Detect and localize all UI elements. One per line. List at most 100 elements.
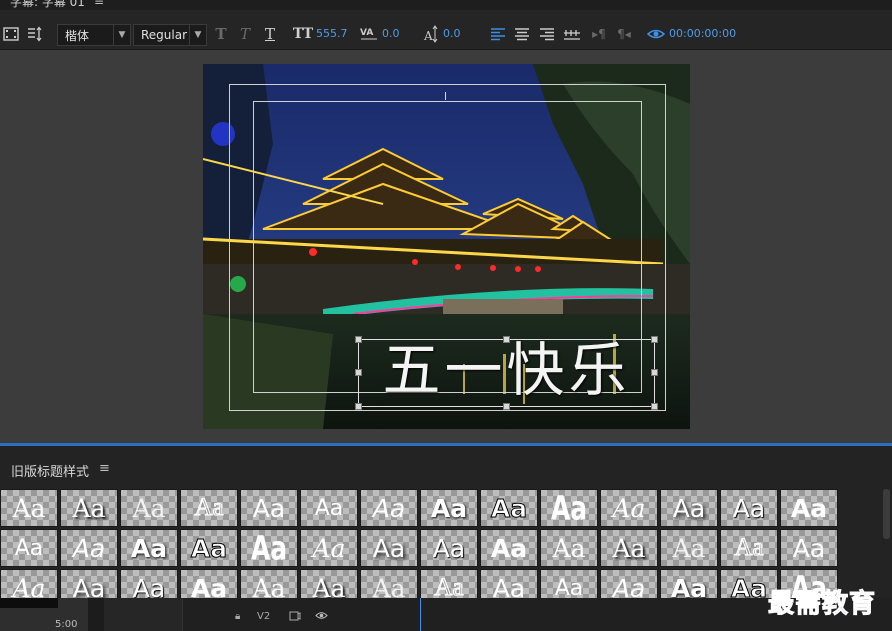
- style-swatch[interactable]: Aa: [180, 529, 238, 567]
- lock-icon[interactable]: 🔒︎: [235, 611, 240, 622]
- style-swatch[interactable]: Aa: [600, 489, 658, 527]
- style-swatch-label: Aa: [190, 533, 228, 563]
- style-swatch-label: Aa: [132, 493, 166, 523]
- style-swatch-label: Aa: [734, 534, 764, 562]
- paragraph-ltr-icon[interactable]: ▸¶: [588, 23, 610, 45]
- timeline-header-block: [0, 598, 58, 608]
- italic-icon[interactable]: T: [234, 23, 256, 45]
- style-swatch[interactable]: Aa: [780, 489, 838, 527]
- hamburger-icon[interactable]: ≡: [94, 0, 104, 8]
- style-swatch[interactable]: Aa: [240, 529, 298, 567]
- style-swatch[interactable]: Aa: [120, 489, 178, 527]
- style-swatch-label: Aa: [790, 493, 828, 523]
- background-timecode[interactable]: 00:00:00:00: [669, 27, 736, 40]
- style-swatch-label: Aa: [612, 493, 646, 523]
- bold-icon[interactable]: T: [210, 23, 232, 45]
- leading-value[interactable]: 0.0: [443, 27, 461, 40]
- style-swatch[interactable]: Aa: [540, 489, 598, 527]
- style-swatch[interactable]: Aa: [780, 529, 838, 567]
- style-swatch[interactable]: Aa: [360, 529, 418, 567]
- timeline-timecode: 5:00: [55, 619, 78, 630]
- font-size-value[interactable]: 555.7: [316, 27, 348, 40]
- tab-stops-icon[interactable]: [561, 23, 583, 45]
- hamburger-icon[interactable]: ≡: [99, 461, 110, 476]
- style-swatch-label: Aa: [672, 493, 706, 523]
- style-swatch[interactable]: Aa: [720, 489, 778, 527]
- style-swatch[interactable]: Aa: [600, 529, 658, 567]
- roll-crawl-options-icon[interactable]: [24, 23, 46, 45]
- styles-scrollbar[interactable]: [883, 489, 890, 539]
- style-swatch-label: Aa: [372, 573, 406, 600]
- paragraph-rtl-icon[interactable]: ¶◂: [613, 23, 635, 45]
- style-swatch[interactable]: Aa: [480, 529, 538, 567]
- style-swatch-label: Aa: [612, 573, 646, 600]
- style-swatch-grid: Aa Aa Aa Aa Aa Aa Aa Aa Aa Aa Aa Aa Aa Aa Aa Aa Aa Aa Aa Aa…: [0, 489, 840, 599]
- style-swatch[interactable]: Aa: [660, 489, 718, 527]
- style-swatch[interactable]: Aa: [480, 569, 538, 599]
- style-swatch[interactable]: Aa: [60, 489, 118, 527]
- style-swatch[interactable]: Aa: [240, 489, 298, 527]
- font-style-select[interactable]: Regular ▼: [133, 24, 207, 46]
- style-swatch-label: Aa: [490, 493, 528, 523]
- sync-lock-icon[interactable]: [289, 611, 301, 624]
- eye-icon[interactable]: [315, 611, 328, 623]
- style-swatch[interactable]: Aa: [360, 489, 418, 527]
- align-left-icon[interactable]: [487, 23, 509, 45]
- style-swatch-label: Aa: [554, 575, 584, 600]
- style-swatch[interactable]: Aa: [180, 569, 238, 599]
- style-swatch-label: Aa: [432, 533, 466, 563]
- align-center-icon[interactable]: [511, 23, 533, 45]
- style-swatch[interactable]: Aa: [660, 569, 718, 599]
- style-swatch[interactable]: Aa: [60, 569, 118, 599]
- timeline-track-header-spacer: [104, 598, 182, 631]
- font-family-select[interactable]: 楷体 ▼: [57, 24, 131, 46]
- timeline-ruler: 5:00: [0, 598, 88, 631]
- title-text[interactable]: 五一快乐: [360, 330, 653, 410]
- style-swatch[interactable]: Aa: [0, 569, 58, 599]
- playhead[interactable]: [420, 598, 421, 631]
- kerning-value[interactable]: 0.0: [382, 27, 400, 40]
- title-toolbar: 楷体 ▼ Regular ▼ T T T TT 555.7 VA 0.0 A 0…: [0, 10, 892, 50]
- window-title: 字幕: 字幕 01: [10, 0, 85, 9]
- timeline-strip: 5:00 🔒︎ V2: [0, 598, 892, 631]
- style-swatch-label: Aa: [250, 529, 288, 567]
- style-swatch[interactable]: Aa: [300, 489, 358, 527]
- style-swatch-label: Aa: [252, 573, 286, 600]
- film-icon[interactable]: [0, 23, 22, 45]
- style-swatch[interactable]: Aa: [300, 569, 358, 599]
- style-swatch-label: Aa: [372, 493, 406, 523]
- style-swatch[interactable]: Aa: [660, 529, 718, 567]
- style-swatch-label: Aa: [732, 493, 766, 523]
- title-bar: 字幕: 字幕 01 ≡: [0, 0, 892, 10]
- style-swatch-label: Aa: [12, 493, 46, 523]
- style-swatch[interactable]: Aa: [180, 489, 238, 527]
- style-swatch[interactable]: Aa: [60, 529, 118, 567]
- style-swatch[interactable]: Aa: [240, 569, 298, 599]
- style-swatch[interactable]: Aa: [420, 489, 478, 527]
- style-swatch[interactable]: Aa: [360, 569, 418, 599]
- style-swatch[interactable]: Aa: [540, 569, 598, 599]
- style-swatch-label: Aa: [492, 573, 526, 600]
- style-swatch-label: Aa: [792, 533, 826, 563]
- legacy-title-styles-header: 旧版标题样式 ≡: [0, 446, 892, 488]
- style-swatch-label: Aa: [194, 494, 224, 522]
- style-swatch[interactable]: Aa: [420, 529, 478, 567]
- align-right-icon[interactable]: [536, 23, 558, 45]
- style-swatch-label: Aa: [72, 573, 106, 600]
- style-swatch[interactable]: Aa: [120, 569, 178, 599]
- underline-icon[interactable]: T: [259, 23, 281, 45]
- show-background-video-icon[interactable]: [645, 23, 667, 45]
- style-swatch[interactable]: Aa: [0, 489, 58, 527]
- style-swatch[interactable]: Aa: [600, 569, 658, 599]
- style-swatch[interactable]: Aa: [480, 489, 538, 527]
- svg-text:VA: VA: [360, 28, 373, 38]
- style-swatch[interactable]: Aa: [120, 529, 178, 567]
- svg-text:A: A: [423, 29, 433, 43]
- style-swatch[interactable]: Aa: [540, 529, 598, 567]
- style-swatch-label: Aa: [430, 493, 468, 523]
- track-label: V2: [257, 611, 271, 622]
- style-swatch[interactable]: Aa: [720, 529, 778, 567]
- style-swatch[interactable]: Aa: [0, 529, 58, 567]
- style-swatch[interactable]: Aa: [420, 569, 478, 599]
- style-swatch[interactable]: Aa: [300, 529, 358, 567]
